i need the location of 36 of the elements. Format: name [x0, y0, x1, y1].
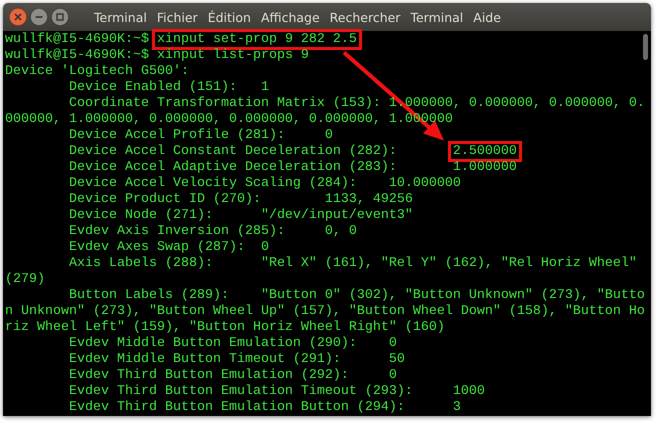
terminal-line: (279) — [5, 272, 46, 288]
terminal-line: Device Accel Velocity Scaling (284): 10.000000 — [68, 176, 462, 192]
menu-item[interactable]: Affichage — [256, 10, 325, 24]
terminal-line: Device Accel Profile (281): 0 — [68, 128, 334, 144]
terminal-line: Evdev Axis Inversion (285): 0, 0 — [68, 224, 358, 240]
scrollbar-thumb[interactable] — [643, 34, 648, 60]
terminal-text: Device Accel Adaptive Deceleration (283): — [68, 160, 398, 175]
terminal-line: Evdev Third Button Emulation Timeout (293): 1000 — [68, 384, 486, 400]
app-name: Terminal — [93, 10, 148, 24]
terminal-text: 1.000000 — [452, 160, 517, 175]
menu-item[interactable]: Édition — [202, 10, 256, 24]
menu-item[interactable]: Fichier — [152, 10, 203, 24]
terminal-text: xinput list-props 9 — [156, 48, 309, 63]
close-icon[interactable] — [9, 8, 27, 26]
terminal-line: Evdev Middle Button Timeout (291): 50 — [68, 352, 406, 368]
highlighted-text: 2.500000 — [448, 141, 522, 162]
terminal-line: n Unknown" (273), "Button Wheel Up" (157), "Button Wheel Down" (158), "Button Ho — [5, 304, 646, 320]
terminal-line: Device 'Logitech G500': — [5, 64, 190, 80]
terminal-line: Evdev Axes Swap (287): 0 — [68, 240, 270, 256]
terminal-text: Device Accel Constant Deceleration (282): — [68, 144, 398, 159]
terminal-line: Device Enabled (151): 1 — [68, 80, 270, 96]
terminal-line: Evdev Middle Button Emulation (290): 0 — [68, 336, 398, 352]
terminal-line: Button Labels (289): "Button 0" (302), "Button Unknown" (273), "Butto — [68, 288, 646, 304]
terminal-text: wullfk@I5-4690K:~$ — [5, 48, 150, 63]
menu-item[interactable]: Rechercher — [324, 10, 406, 24]
terminal-line: Device Product ID (270): 1133, 49256 — [68, 192, 414, 208]
terminal-line: Axis Labels (288): "Rel X" (161), "Rel Y" (162), "Rel Horiz Wheel" — [68, 256, 638, 272]
menu-item[interactable]: Terminal — [405, 10, 468, 24]
maximize-icon[interactable] — [51, 8, 69, 26]
terminal-line: Device Node (271): "/dev/input/event3" — [68, 208, 414, 224]
menu-item[interactable]: Aide — [468, 10, 506, 24]
terminal-line: Evdev Third Button Emulation Button (294): 3 — [68, 400, 462, 416]
minimize-icon[interactable] — [30, 8, 48, 26]
terminal-line: riz Wheel Left" (159), "Button Horiz Wheel Right" (160) — [5, 320, 446, 336]
terminal-text: wullfk@I5-4690K:~$ — [5, 32, 150, 47]
terminal-line: Evdev Third Button Emulation (292): 0 — [68, 368, 398, 384]
